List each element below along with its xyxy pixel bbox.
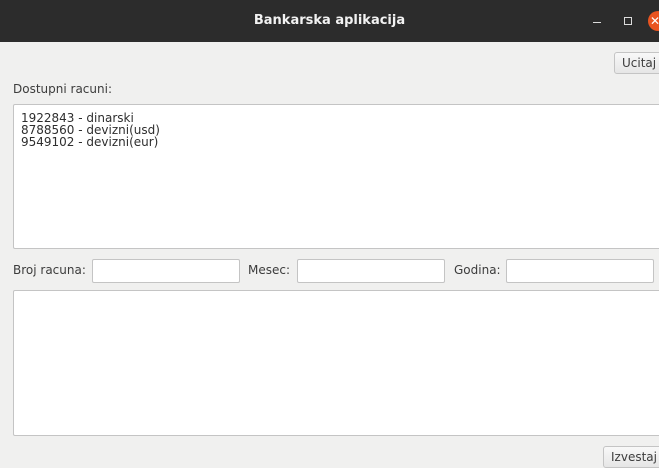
year-input[interactable]	[506, 259, 654, 283]
title-bar: Bankarska aplikacija ✕	[0, 0, 659, 42]
accounts-list[interactable]: 1922843 - dinarski 8788560 - devizni(usd…	[13, 104, 659, 249]
account-number-input[interactable]	[92, 259, 240, 283]
month-label: Mesec:	[248, 263, 291, 277]
maximize-icon[interactable]	[620, 0, 636, 42]
window-title: Bankarska aplikacija	[253, 13, 406, 28]
report-area[interactable]	[13, 290, 659, 436]
account-number-label: Broj racuna:	[13, 263, 86, 277]
minimize-icon[interactable]	[590, 0, 606, 42]
month-input[interactable]	[297, 259, 445, 283]
load-button[interactable]: Ucitaj	[614, 52, 659, 74]
list-item: 9549102 - devizni(eur)	[21, 135, 159, 149]
year-label: Godina:	[454, 263, 501, 277]
accounts-label: Dostupni racuni:	[13, 82, 112, 96]
report-button[interactable]: Izvestaj	[603, 446, 659, 468]
